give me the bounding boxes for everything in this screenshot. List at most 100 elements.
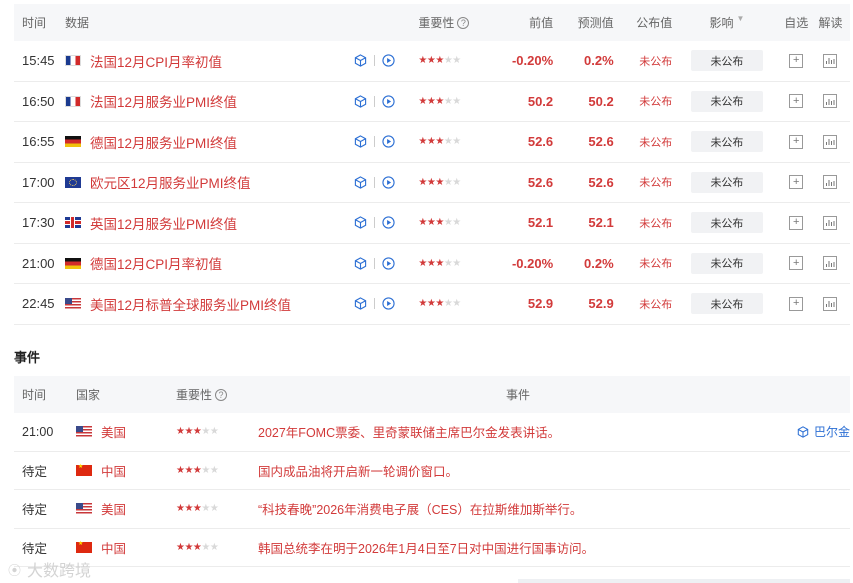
economic-calendar-table: 时间 数据 重要性 ? 前值 预测值 公布值 影响 ▼ 自选 解读 15:45 法国… — [14, 4, 850, 325]
indicator-link[interactable]: 欧元区12月服务业PMI终值 — [64, 172, 354, 192]
importance-stars: ★★★★★ — [176, 503, 219, 515]
flag-fr-icon — [64, 95, 81, 107]
event-time: 待定 — [22, 464, 48, 479]
importance-stars: ★★★★★ — [418, 176, 461, 188]
question-icon[interactable]: ? — [457, 16, 470, 29]
watermark: ⦿ 大数跨境 — [8, 557, 91, 581]
play-icon[interactable] — [382, 95, 395, 108]
flag-de-icon — [64, 136, 81, 148]
row-time: 16:50 — [22, 93, 55, 109]
indicator-link[interactable]: 英国12月服务业PMI终值 — [64, 213, 354, 233]
event-country: 中国 — [101, 464, 127, 479]
indicator-link[interactable]: 法国12月服务业PMI终值 — [64, 91, 354, 111]
cube-icon[interactable] — [354, 297, 367, 310]
indicator-name[interactable]: 法国12月CPI月率初值 — [90, 51, 222, 71]
table-row: 15:45 法国12月CPI月率初值 ★★★★★ -0.20% 0.2% 未公布 未公布 + — [14, 41, 850, 82]
indicator-link[interactable]: 美国12月标普全球服务业PMI终值 — [64, 294, 354, 314]
previous-value: 52.1 — [527, 215, 554, 231]
event-description[interactable]: 国内成品油将开启新一轮调价窗口。 — [258, 461, 778, 480]
play-icon[interactable] — [382, 257, 395, 270]
play-icon[interactable] — [382, 176, 395, 189]
table-row: 21:00 德国12月CPI月率初值 ★★★★★ -0.20% 0.2% 未公布 未公布 + — [14, 244, 850, 284]
calendar-header-row: 时间 数据 重要性 ? 前值 预测值 公布值 影响 ▼ 自选 解读 — [14, 4, 850, 41]
cube-icon — [797, 425, 810, 438]
add-favorite-icon[interactable]: + — [789, 256, 804, 271]
chart-icon[interactable] — [823, 175, 838, 190]
caret-down-icon: ▼ — [736, 14, 745, 23]
events-body: 21:00 美国 ★★★★★ 2027年FOMC票委、里奇蒙联储主席巴尔金发表讲话。 巴… — [14, 413, 850, 567]
forecast-value: 52.9 — [588, 296, 614, 312]
header-data: 数据 — [64, 16, 89, 30]
indicator-name[interactable]: 英国12月服务业PMI终值 — [90, 213, 237, 233]
add-favorite-icon[interactable]: + — [789, 94, 804, 109]
chart-icon[interactable] — [823, 94, 838, 109]
person-link[interactable]: 巴尔金 — [814, 423, 850, 440]
event-description[interactable]: 韩国总统李在明于2026年1月4日至7日对中国进行国事访问。 — [258, 538, 778, 557]
chart-icon[interactable] — [823, 296, 838, 311]
impact-badge: 未公布 — [690, 252, 763, 274]
event-row: 待定 中国 ★★★★★ 韩国总统李在明于2026年1月4日至7日对中国进行国事访问。 — [14, 529, 850, 567]
previous-value: 50.2 — [527, 93, 554, 109]
watermark-logo-icon: ⦿ — [8, 562, 22, 578]
calendar-body: 15:45 法国12月CPI月率初值 ★★★★★ -0.20% 0.2% 未公布 未公布 +1… — [14, 41, 850, 325]
cube-icon[interactable] — [354, 95, 367, 108]
importance-stars: ★★★★★ — [176, 426, 219, 438]
impact-badge: 未公布 — [690, 171, 763, 193]
indicator-name[interactable]: 德国12月服务业PMI终值 — [90, 132, 237, 152]
indicator-name[interactable]: 法国12月服务业PMI终值 — [90, 91, 237, 111]
cube-icon[interactable] — [354, 54, 367, 67]
play-icon[interactable] — [382, 297, 395, 310]
importance-stars: ★★★★★ — [418, 257, 461, 269]
chart-icon[interactable] — [823, 215, 838, 230]
add-favorite-icon[interactable]: + — [789, 296, 804, 311]
add-favorite-icon[interactable]: + — [789, 134, 804, 149]
events-section-title: 事件 — [14, 350, 41, 365]
chart-icon[interactable] — [823, 53, 838, 68]
add-favorite-icon[interactable]: + — [789, 215, 804, 230]
indicator-link[interactable]: 德国12月服务业PMI终值 — [64, 132, 354, 152]
indicator-name[interactable]: 美国12月标普全球服务业PMI终值 — [90, 294, 291, 314]
add-favorite-icon[interactable]: + — [789, 175, 804, 190]
cube-icon[interactable] — [354, 257, 367, 270]
add-favorite-icon[interactable]: + — [789, 53, 804, 68]
question-icon[interactable]: ? — [215, 388, 228, 401]
header-previous: 前值 — [529, 16, 554, 30]
flag-de-icon — [64, 257, 81, 269]
event-country: 美国 — [101, 503, 127, 518]
play-icon[interactable] — [382, 216, 395, 229]
event-row: 21:00 美国 ★★★★★ 2027年FOMC票委、里奇蒙联储主席巴尔金发表讲话。 巴… — [14, 413, 850, 452]
previous-value: -0.20% — [511, 53, 554, 69]
header-interpret: 解读 — [818, 16, 843, 30]
chart-icon[interactable] — [823, 256, 838, 271]
published-value: 未公布 — [639, 298, 673, 311]
indicator-name[interactable]: 德国12月CPI月率初值 — [90, 253, 222, 273]
published-value: 未公布 — [639, 258, 673, 271]
event-description[interactable]: 2027年FOMC票委、里奇蒙联储主席巴尔金发表讲话。 — [258, 422, 778, 441]
row-time: 15:45 — [22, 53, 55, 69]
cube-icon[interactable] — [354, 216, 367, 229]
event-description[interactable]: “科技春晚”2026年消费电子展（CES）在拉斯维加斯举行。 — [258, 499, 778, 518]
chart-icon[interactable] — [823, 134, 838, 149]
cube-icon[interactable] — [354, 135, 367, 148]
indicator-name[interactable]: 欧元区12月服务业PMI终值 — [90, 172, 251, 192]
published-value: 未公布 — [639, 177, 673, 190]
indicator-link[interactable]: 德国12月CPI月率初值 — [64, 253, 354, 273]
cube-icon[interactable] — [354, 176, 367, 189]
impact-badge: 未公布 — [690, 212, 763, 234]
flag-us-icon — [64, 298, 81, 310]
table-row: 16:55 德国12月服务业PMI终值 ★★★★★ 52.6 52.6 未公布 未公布 + — [14, 122, 850, 163]
importance-stars: ★★★★★ — [176, 541, 219, 553]
impact-badge: 未公布 — [690, 90, 763, 112]
event-row: 待定 中国 ★★★★★ 国内成品油将开启新一轮调价窗口。 — [14, 452, 850, 490]
importance-stars: ★★★★★ — [418, 298, 461, 310]
forecast-value: 50.2 — [588, 93, 614, 109]
row-time: 21:00 — [22, 255, 55, 271]
play-icon[interactable] — [382, 54, 395, 67]
play-icon[interactable] — [382, 135, 395, 148]
indicator-link[interactable]: 法国12月CPI月率初值 — [64, 51, 354, 71]
header-impact[interactable]: 影响 ▼ — [672, 14, 781, 31]
event-time: 待定 — [22, 541, 48, 556]
header-published: 公布值 — [636, 16, 673, 30]
previous-value: 52.6 — [527, 134, 554, 150]
flag-us-icon — [76, 503, 92, 515]
